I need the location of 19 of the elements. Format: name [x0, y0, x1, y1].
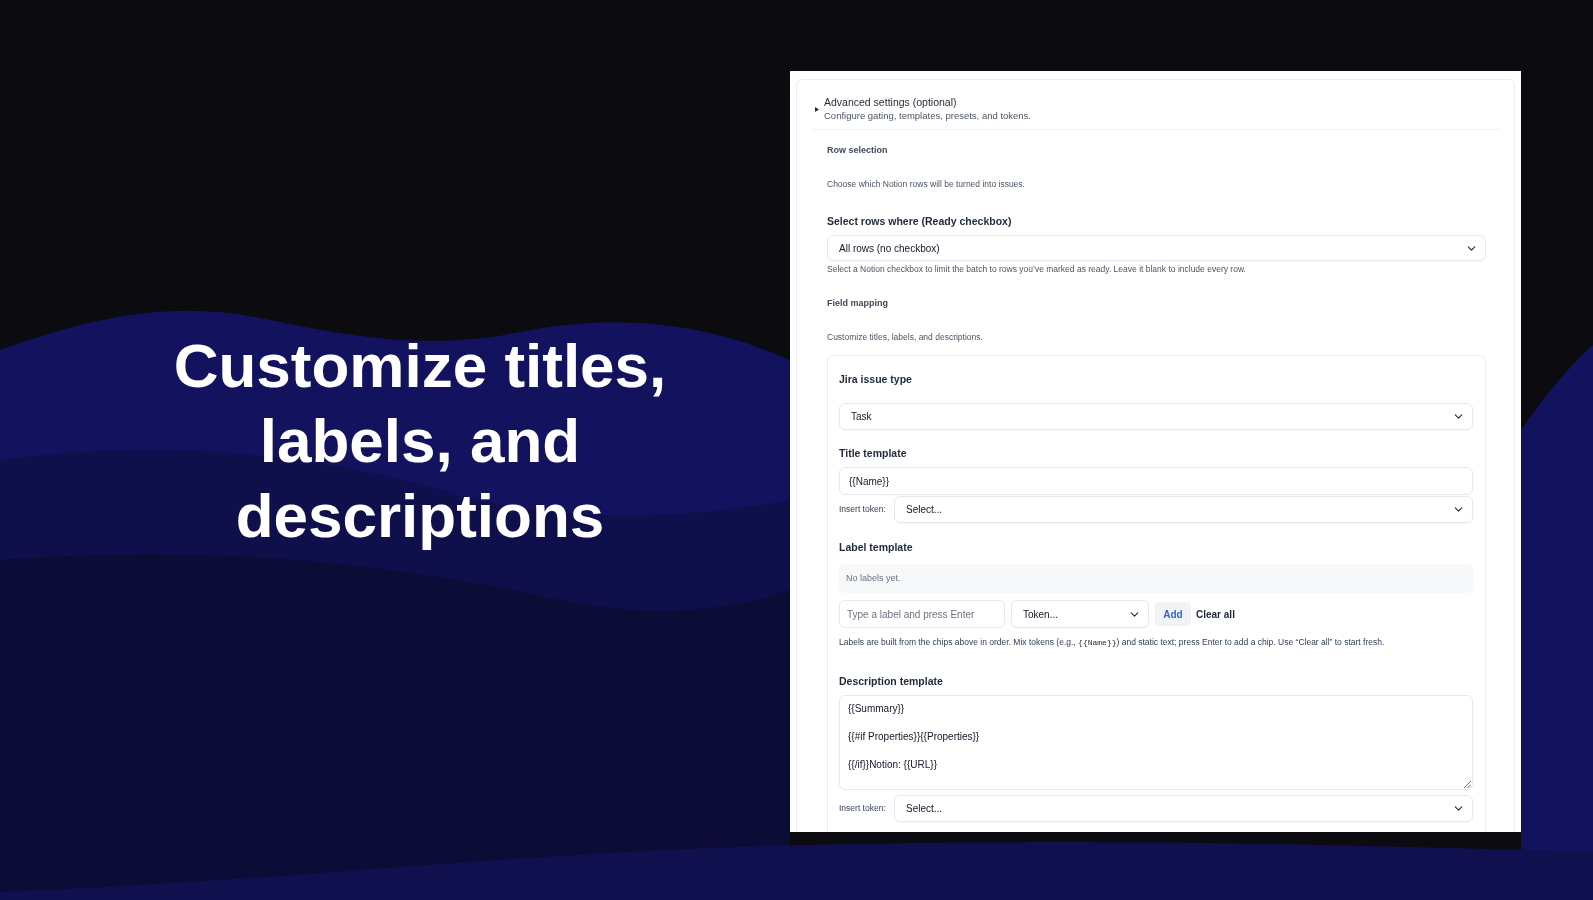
group-heading: Field mapping [827, 297, 889, 309]
insert-token-label: Insert token: [839, 802, 887, 815]
headline: Customize titles, labels, and descriptions [172, 329, 668, 552]
help-text: Select a Notion checkbox to limit the batch to rows you’ve marked as ready. Leave it blank to include every row. [827, 263, 1247, 275]
field-label: Select rows where (Ready checkbox) [827, 214, 1013, 228]
disclosure-triangle-icon[interactable] [815, 106, 819, 112]
field-label: Jira issue type [839, 372, 913, 386]
empty-state-text: No labels yet. [846, 571, 901, 585]
group-description: Choose which Notion rows will be turned into issues. [827, 178, 1026, 190]
field-label: Description template [839, 674, 944, 688]
field-label: Title template [839, 446, 908, 460]
section-title[interactable]: Advanced settings (optional) [824, 95, 1031, 109]
help-text: Labels are built from the chips above in order. Mix tokens (e.g., {{Name}}) and static text; press Enter to add a chip. Use “Clear all” to start fresh. [839, 636, 1386, 649]
field-label: Label template [839, 540, 914, 554]
group-heading: Row selection [827, 144, 889, 156]
group-description: Customize titles, labels, and descriptions. [827, 331, 984, 343]
section-subtitle: Configure gating, templates, presets, and tokens. [824, 109, 1031, 123]
insert-token-label: Insert token: [839, 503, 887, 516]
select-dropdown[interactable]: All rows (no checkbox) [827, 235, 1486, 261]
